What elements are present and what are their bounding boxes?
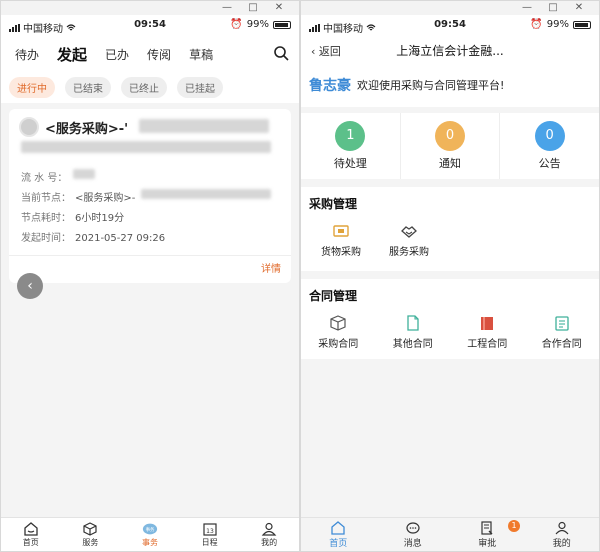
status-bar: 中国移动 09:54 ⏰ 99% (301, 15, 599, 37)
box-icon (330, 315, 346, 331)
workflow-tabs: 待办 发起 已办 传阅 草稿 (1, 37, 299, 71)
contract-section: 合同管理 采购合同 其他合同 工程合同 合作合同 (301, 279, 599, 359)
calendar-icon: 13 (202, 522, 217, 536)
goods-icon (333, 225, 349, 237)
status-filter-chips: 进行中 已结束 已终止 已挂起 (1, 71, 299, 103)
cooperation-contract-button[interactable]: 合作合同 (542, 315, 582, 350)
handshake-icon (401, 226, 417, 238)
minimize-button[interactable]: — (517, 1, 537, 15)
field-current-node: 当前节点： <服务采购>- (21, 193, 136, 204)
redacted-text (141, 189, 271, 199)
engineering-contract-button[interactable]: 工程合同 (467, 315, 507, 350)
field-serial: 流 水 号： (21, 173, 68, 184)
other-contract-button[interactable]: 其他合同 (393, 315, 433, 350)
approval-badge: 1 (508, 520, 520, 532)
battery-percent: 99% (246, 19, 269, 30)
tab-done[interactable]: 已办 (105, 46, 129, 63)
goods-procurement-button[interactable]: 货物采购 (321, 223, 361, 258)
card-header: <服务采购>-' (19, 117, 128, 137)
bottom-nav: 首页 服务 事务 事务 13 日程 我的 (1, 517, 299, 551)
close-button[interactable]: ✕ (269, 1, 289, 15)
minimize-button[interactable]: — (217, 1, 237, 15)
clipboard-icon (555, 316, 569, 331)
card-divider (9, 255, 291, 256)
notice-count: 0 (435, 121, 465, 151)
chip-in-progress[interactable]: 进行中 (9, 76, 55, 98)
home-icon (24, 521, 38, 536)
close-button[interactable]: ✕ (569, 1, 589, 15)
counter-pending[interactable]: 1 待处理 (301, 113, 401, 179)
workflow-card[interactable]: <服务采购>-' 流 水 号： 当前节点： <服务采购>- 节点耗时： 6小时19分… (9, 109, 291, 283)
redacted-text (139, 119, 269, 133)
battery-icon (573, 20, 591, 29)
chip-suspended[interactable]: 已挂起 (177, 76, 223, 98)
approval-icon (481, 520, 493, 535)
nav-service[interactable]: 服务 (61, 518, 121, 551)
maximize-button[interactable]: □ (243, 1, 263, 15)
counter-announcement[interactable]: 0 公告 (500, 113, 599, 179)
home-icon (331, 520, 345, 535)
counter-row: 1 待处理 0 通知 0 公告 (301, 113, 599, 179)
nav-mine[interactable]: 我的 (525, 518, 600, 551)
battery-icon (273, 20, 291, 29)
window-titlebar: — □ ✕ (301, 1, 599, 15)
tab-drafts[interactable]: 草稿 (189, 46, 213, 63)
nav-home[interactable]: 首页 (1, 518, 61, 551)
card-title: <服务采购>-' (45, 121, 129, 137)
tab-todo[interactable]: 待办 (15, 46, 39, 63)
user-icon (261, 522, 277, 536)
contract-title: 合同管理 (309, 289, 358, 303)
redacted-text (21, 141, 271, 153)
tab-initiated[interactable]: 发起 (57, 44, 87, 65)
nav-messages[interactable]: 消息 (376, 518, 451, 551)
status-bar: 中国移动 09:54 ⏰ 99% (1, 15, 299, 37)
tab-circulate[interactable]: 传阅 (147, 46, 171, 63)
status-indicators: ⏰ 99% (530, 19, 591, 30)
nav-mine[interactable]: 我的 (239, 518, 299, 551)
field-start-time: 发起时间： 2021-05-27 09:26 (21, 233, 166, 244)
document-icon (407, 315, 419, 331)
redacted-text (73, 169, 95, 179)
nav-schedule[interactable]: 13 日程 (180, 518, 240, 551)
chat-icon (406, 521, 420, 534)
nav-tasks[interactable]: 事务 事务 (120, 518, 180, 551)
announcement-count: 0 (534, 121, 565, 151)
search-icon[interactable] (273, 45, 289, 61)
cube-icon (83, 521, 97, 536)
purchase-contract-button[interactable]: 采购合同 (318, 315, 358, 350)
field-node-duration: 节点耗时： 6小时19分 (21, 213, 125, 224)
chip-finished[interactable]: 已结束 (65, 76, 111, 98)
welcome-banner: 鲁志豪 欢迎使用采购与合同管理平台! (301, 63, 599, 107)
cloud-task-icon: 事务 (142, 523, 158, 534)
procurement-section: 采购管理 货物采购 服务采购 (301, 187, 599, 271)
nav-approval[interactable]: 审批 1 (450, 518, 525, 551)
detail-link[interactable]: 详情 (261, 260, 281, 275)
procurement-title: 采购管理 (309, 197, 358, 211)
service-procurement-button[interactable]: 服务采购 (389, 223, 429, 258)
back-fab-button[interactable]: ‹ (17, 273, 43, 299)
maximize-button[interactable]: □ (543, 1, 563, 15)
alarm-icon: ⏰ (530, 19, 543, 30)
page-header: ‹ 返回 上海立信会计金融... (301, 37, 599, 63)
left-phone-panel: — □ ✕ 中国移动 09:54 ⏰ 99% 待办 发起 已办 传阅 草稿 进行… (0, 0, 300, 552)
avatar (19, 117, 39, 137)
alarm-icon: ⏰ (230, 19, 243, 30)
pending-count: 1 (335, 121, 366, 151)
nav-home[interactable]: 首页 (301, 518, 376, 551)
user-name: 鲁志豪 (309, 78, 351, 94)
svg-text:13: 13 (206, 528, 214, 535)
user-icon (555, 521, 569, 534)
window-titlebar: — □ ✕ (1, 1, 299, 15)
chevron-left-icon: ‹ (27, 278, 33, 294)
right-phone-panel: — □ ✕ 中国移动 09:54 ⏰ 99% ‹ 返回 上海立信会计金融... … (300, 0, 600, 552)
counter-notice[interactable]: 0 通知 (401, 113, 501, 179)
chip-terminated[interactable]: 已终止 (121, 76, 167, 98)
battery-percent: 99% (546, 19, 569, 30)
screen-root: — □ ✕ 中国移动 09:54 ⏰ 99% 待办 发起 已办 传阅 草稿 进行… (0, 0, 600, 552)
status-indicators: ⏰ 99% (230, 19, 291, 30)
bottom-nav: 首页 消息 审批 1 我的 (301, 517, 599, 551)
welcome-message: 欢迎使用采购与合同管理平台! (357, 79, 505, 92)
folder-icon (481, 317, 494, 330)
page-title: 上海立信会计金融... (396, 44, 504, 58)
